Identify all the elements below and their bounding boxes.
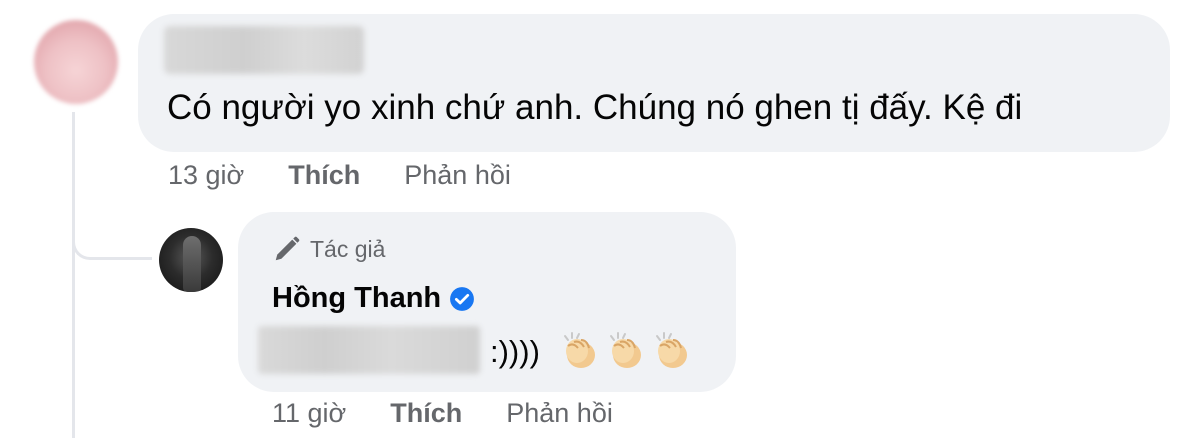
redacted-commenter-name[interactable]: [164, 26, 364, 74]
reply-button[interactable]: Phản hồi: [404, 160, 511, 191]
author-badge: Tác giả: [272, 234, 385, 264]
thread-line: [72, 112, 75, 438]
reply-actions: 11 giờ Thích Phản hồi: [272, 398, 613, 429]
reply-author: Hồng Thanh: [272, 282, 475, 315]
reply-author-name[interactable]: Hồng Thanh: [272, 282, 441, 315]
comment-text: Có người yo xinh chứ anh. Chúng nó ghen …: [167, 88, 1023, 127]
avatar-figure: [183, 236, 201, 292]
commenter-avatar[interactable]: [34, 20, 118, 104]
thread-connector: [72, 198, 152, 260]
like-button[interactable]: Thích: [390, 398, 462, 429]
reply-timestamp[interactable]: 11 giờ: [272, 398, 346, 429]
clapping-hands-icon: [610, 332, 641, 368]
reply-button[interactable]: Phản hồi: [506, 398, 613, 429]
comment-actions: 13 giờ Thích Phản hồi: [168, 160, 511, 191]
like-button[interactable]: Thích: [288, 160, 360, 191]
pen-icon: [275, 236, 300, 261]
reply-text: :)))): [490, 334, 540, 369]
author-avatar[interactable]: [159, 228, 223, 292]
comment-timestamp[interactable]: 13 giờ: [168, 160, 244, 191]
verified-badge-icon: [450, 286, 475, 311]
redacted-reply-text: [258, 326, 480, 374]
clapping-hands-icon: [564, 332, 595, 368]
author-badge-label: Tác giả: [310, 235, 386, 262]
clapping-hands-icon: [656, 332, 687, 368]
